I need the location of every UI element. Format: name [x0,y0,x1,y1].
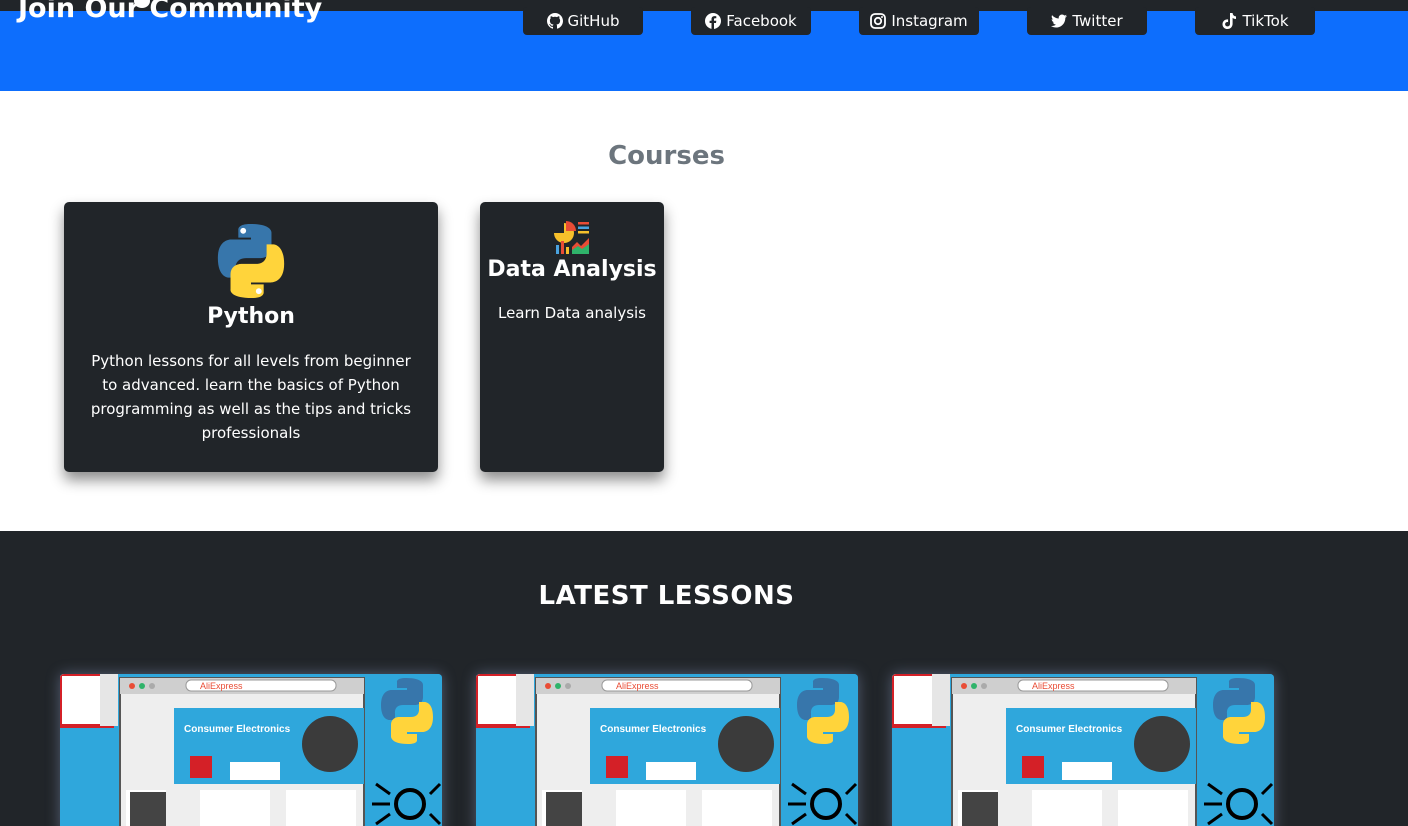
thumbnail-brand: AliExpress [616,681,659,691]
instagram-label: Instagram [891,12,968,30]
tiktok-icon [1222,13,1237,29]
community-title: Join Our Community [18,0,323,24]
python-course-card[interactable]: Python Python lessons for all levels fro… [64,202,438,472]
thumbnail-heading: Consumer Electronics [1016,724,1123,735]
github-icon [546,13,563,29]
thumbnail-heading: Consumer Electronics [184,724,291,735]
data-analysis-icon [554,221,589,254]
thumbnail-brand: AliExpress [1032,681,1075,691]
facebook-icon [705,13,722,29]
python-course-description: Python lessons for all levels from begin… [90,352,412,442]
aliexpress-scraper-thumbnail-image: AliExpress Consumer Electronics [60,674,442,826]
facebook-button[interactable]: Facebook [691,7,811,35]
aliexpress-scraper-thumbnail-image: AliExpress Consumer Electronics [476,674,858,826]
python-logo-icon [217,223,285,299]
facebook-label: Facebook [726,12,797,30]
community-section: Join Our Community GitHub Facebook Insta… [0,0,1408,91]
thumbnail-brand: AliExpress [200,681,243,691]
tiktok-button[interactable]: TikTok [1195,7,1315,35]
tiktok-label: TikTok [1242,12,1289,30]
python-course-title: Python [207,304,295,329]
courses-section: Courses Python Python lessons for all le… [0,91,1408,531]
lesson-thumbnail[interactable]: AliExpress Consumer Electronics [60,674,442,826]
instagram-icon [870,13,887,29]
instagram-button[interactable]: Instagram [859,7,979,35]
data-analysis-course-description: Learn Data analysis [497,304,646,322]
latest-lessons-section: LATEST LESSONS AliExpress Consumer Elect… [0,531,1408,826]
latest-lessons-title: LATEST LESSONS [538,581,795,611]
twitter-label: Twitter [1072,12,1123,30]
github-label: GitHub [567,12,620,30]
github-button[interactable]: GitHub [523,7,643,35]
data-analysis-course-title: Data Analysis [487,257,657,282]
twitter-icon [1051,14,1068,28]
data-analysis-course-card[interactable]: Data Analysis Learn Data analysis [480,202,664,472]
twitter-button[interactable]: Twitter [1027,7,1147,35]
thumbnail-heading: Consumer Electronics [600,724,707,735]
aliexpress-scraper-thumbnail-image: AliExpress Consumer Electronics [892,674,1274,826]
courses-title: Courses [608,141,725,171]
lesson-thumbnail[interactable]: AliExpress Consumer Electronics [476,674,858,826]
lesson-thumbnail[interactable]: AliExpress Consumer Electronics [892,674,1274,826]
